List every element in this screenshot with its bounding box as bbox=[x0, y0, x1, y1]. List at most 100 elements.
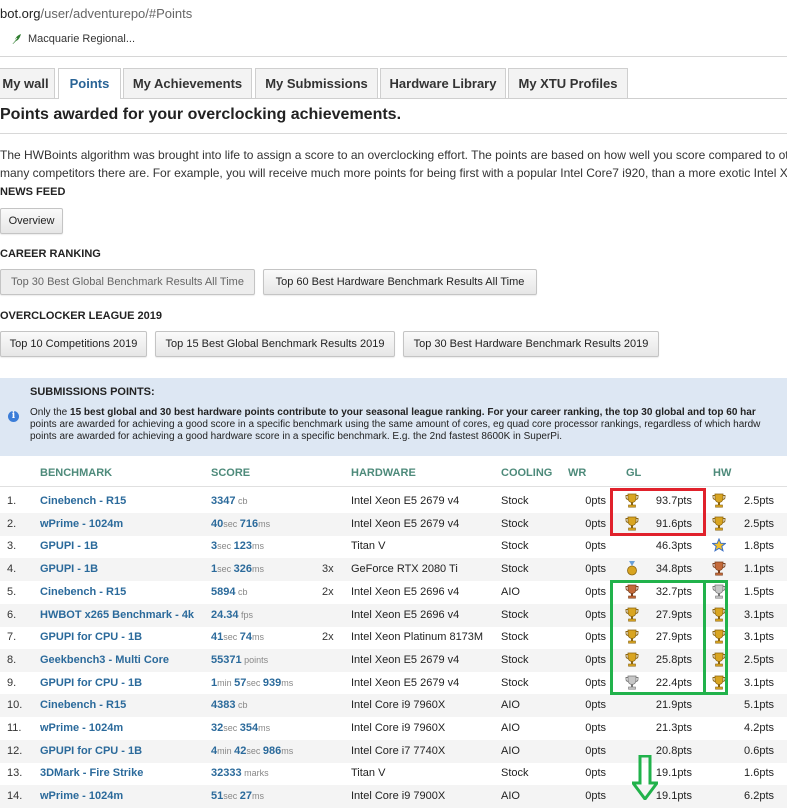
url-text[interactable]: bot.org/user/adventurepo/#Points bbox=[0, 6, 192, 21]
wr-points: 0pts bbox=[585, 699, 606, 712]
benchmark-link[interactable]: Cinebench - R15 bbox=[40, 495, 126, 507]
top30-global-alltime-button[interactable]: Top 30 Best Global Benchmark Results All… bbox=[0, 269, 255, 295]
gpu-multiplier: 3x bbox=[322, 563, 334, 576]
tab-my-submissions[interactable]: My Submissions bbox=[255, 68, 378, 98]
down-arrow-annotation-icon bbox=[632, 755, 658, 800]
top10-competitions-button[interactable]: Top 10 Competitions 2019 bbox=[0, 331, 147, 357]
score-part: 123 bbox=[233, 540, 252, 553]
top30-hardware-2019-button[interactable]: Top 30 Best Hardware Benchmark Results 2… bbox=[403, 331, 659, 357]
intro-line-2: many competitors there are. For example,… bbox=[0, 166, 787, 180]
score-part: 27 bbox=[239, 790, 253, 803]
score-part: 939 bbox=[262, 676, 282, 689]
score-link[interactable]: 5894 cb bbox=[211, 586, 248, 598]
hw-points: 1.6pts bbox=[744, 767, 774, 780]
benchmark-link[interactable]: Cinebench - R15 bbox=[40, 586, 126, 598]
gl-award bbox=[625, 561, 639, 576]
hardware-name: Titan V bbox=[351, 767, 386, 780]
table-header: BENCHMARK SCORE HARDWARE COOLING WR GL H… bbox=[0, 462, 787, 487]
tab-my-xtu-profiles[interactable]: My XTU Profiles bbox=[508, 68, 628, 98]
gl-medal-icon bbox=[627, 561, 637, 576]
score-link[interactable]: 3sec 123ms bbox=[211, 540, 264, 552]
top60-hardware-alltime-button[interactable]: Top 60 Best Hardware Benchmark Results A… bbox=[263, 269, 537, 295]
divider bbox=[0, 133, 787, 134]
benchmark-link[interactable]: wPrime - 1024m bbox=[40, 518, 123, 530]
score-part: ms bbox=[258, 723, 271, 733]
benchmark-link[interactable]: Geekbench3 - Multi Core bbox=[40, 654, 169, 666]
rank-number: 11. bbox=[7, 722, 22, 734]
score-link[interactable]: 51sec 27ms bbox=[211, 790, 264, 802]
score-part: 326 bbox=[233, 563, 252, 576]
score-part: sec bbox=[223, 518, 240, 529]
col-score[interactable]: SCORE bbox=[211, 467, 250, 479]
col-cooling[interactable]: COOLING bbox=[501, 467, 552, 479]
rank-number: 1. bbox=[7, 495, 17, 507]
wr-points: 0pts bbox=[585, 631, 606, 644]
score-part: ms bbox=[281, 677, 294, 688]
score-part: 4383 bbox=[211, 699, 236, 712]
score-link[interactable]: 4min 42sec 986ms bbox=[211, 745, 293, 757]
wr-points: 0pts bbox=[585, 744, 606, 757]
score-part: sec bbox=[223, 632, 240, 643]
score-link[interactable]: 40sec 716ms bbox=[211, 518, 270, 530]
score-link[interactable]: 41sec 74ms bbox=[211, 631, 264, 643]
tab-my-achievements[interactable]: My Achievements bbox=[123, 68, 252, 98]
score-part: 354 bbox=[239, 722, 259, 734]
score-link[interactable]: 4383 cb bbox=[211, 699, 248, 711]
benchmark-link[interactable]: GPUPI for CPU - 1B bbox=[40, 745, 142, 757]
score-link[interactable]: 55371 points bbox=[211, 654, 268, 666]
score-link[interactable]: 24.34 fps bbox=[211, 609, 253, 621]
score-part: 24.34 bbox=[211, 608, 239, 621]
score-link[interactable]: 32sec 354ms bbox=[211, 722, 270, 734]
address-bar[interactable]: bot.org/user/adventurepo/#Points bbox=[0, 0, 787, 28]
benchmark-link[interactable]: GPUPI for CPU - 1B bbox=[40, 677, 142, 689]
cooling-type: Stock bbox=[501, 676, 529, 689]
benchmark-link[interactable]: Cinebench - R15 bbox=[40, 699, 126, 711]
gl-points: 34.8pts bbox=[655, 563, 692, 576]
hw-points: 3.1pts bbox=[744, 608, 774, 621]
cooling-type: AIO bbox=[501, 722, 520, 734]
score-part: sec bbox=[223, 723, 240, 733]
wr-points: 0pts bbox=[585, 517, 606, 530]
rank-number: 13. bbox=[7, 767, 23, 780]
col-gl[interactable]: GL bbox=[626, 467, 641, 479]
wr-points: 0pts bbox=[585, 676, 606, 689]
panel-line-3: points are awarded for achieving a good … bbox=[30, 431, 562, 442]
hardware-name: Intel Xeon E5 2696 v4 bbox=[351, 585, 460, 598]
benchmark-link[interactable]: GPUPI - 1B bbox=[40, 540, 98, 552]
hw-trophy-icon bbox=[712, 561, 726, 576]
score-part: ms bbox=[258, 518, 271, 529]
col-wr[interactable]: WR bbox=[568, 467, 586, 479]
score-link[interactable]: 1min 57sec 939ms bbox=[211, 677, 293, 689]
col-benchmark[interactable]: BENCHMARK bbox=[40, 467, 112, 479]
benchmark-link[interactable]: wPrime - 1024m bbox=[40, 790, 123, 802]
hardware-name: Intel Xeon E5 2679 v4 bbox=[351, 495, 460, 507]
score-link[interactable]: 32333 marks bbox=[211, 767, 269, 779]
top15-global-2019-button[interactable]: Top 15 Best Global Benchmark Results 201… bbox=[155, 331, 395, 357]
cooling-type: Stock bbox=[501, 495, 529, 507]
score-part: 716 bbox=[239, 517, 259, 530]
overview-button[interactable]: Overview bbox=[0, 208, 63, 234]
benchmark-link[interactable]: 3DMark - Fire Strike bbox=[40, 767, 143, 779]
gpu-multiplier: 2x bbox=[322, 631, 334, 644]
bookmark-item[interactable]: Macquarie Regional... bbox=[10, 33, 135, 45]
panel-text: Only the 15 best global and 30 best hard… bbox=[30, 407, 787, 443]
wr-points: 0pts bbox=[585, 608, 606, 621]
col-hw[interactable]: HW bbox=[713, 467, 731, 479]
rank-number: 7. bbox=[7, 631, 17, 644]
score-link[interactable]: 1sec 326ms bbox=[211, 563, 264, 575]
benchmark-link[interactable]: GPUPI for CPU - 1B bbox=[40, 631, 142, 643]
score-part: 3347 bbox=[211, 495, 236, 507]
benchmark-link[interactable]: HWBOT x265 Benchmark - 4k bbox=[40, 609, 194, 621]
wr-points: 0pts bbox=[585, 722, 606, 734]
news-feed-heading: NEWS FEED bbox=[0, 186, 66, 198]
tab-points[interactable]: Points bbox=[58, 68, 121, 99]
tab-my-wall[interactable]: My wall bbox=[0, 68, 55, 98]
tab-hardware-library[interactable]: Hardware Library bbox=[380, 68, 506, 98]
rank-number: 10. bbox=[7, 699, 23, 712]
benchmark-link[interactable]: GPUPI - 1B bbox=[40, 563, 98, 575]
col-hardware[interactable]: HARDWARE bbox=[351, 467, 416, 479]
hardware-name: Intel Xeon Platinum 8173M bbox=[351, 631, 484, 644]
score-link[interactable]: 3347 cb bbox=[211, 495, 248, 507]
cooling-type: Stock bbox=[501, 517, 529, 530]
benchmark-link[interactable]: wPrime - 1024m bbox=[40, 722, 123, 734]
